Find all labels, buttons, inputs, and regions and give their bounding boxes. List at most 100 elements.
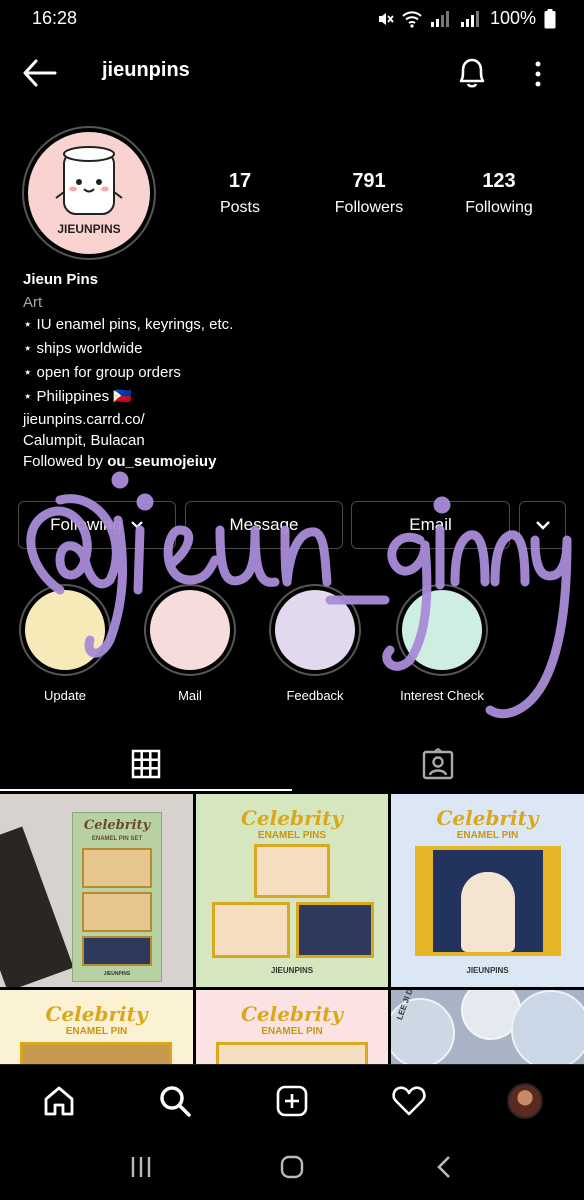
tile-title: Celebrity [83,818,151,833]
followers-label: Followers [334,199,404,216]
following-button[interactable]: Following [18,501,176,549]
tile-brand: JIEUNPINS [466,966,509,975]
tile-title: Celebrity [45,1002,148,1026]
highlight-interest-check[interactable]: Interest Check [396,584,488,703]
more-options-button[interactable] [526,58,550,90]
highlight-feedback[interactable]: Feedback [269,584,361,703]
followed-by[interactable]: Followed by ou_seumojeiuy [23,451,233,472]
followed-by-user: ou_seumojeiuy [107,453,217,470]
bio-line: ⋆ open for group orders [23,364,181,381]
signal-icon [430,10,449,27]
post-tile[interactable]: Celebrity ENAMEL PIN [0,990,193,1064]
avatar[interactable]: JIEUNPINS [28,132,150,254]
avatar-brand-text: JIEUNPINS [57,222,121,236]
profile-header: jieunpins [0,48,584,98]
posts-label: Posts [219,199,260,216]
notifications-button[interactable] [454,56,490,90]
bio-line: ⋆ ships worldwide [23,340,143,357]
website-link[interactable]: jieunpins.carrd.co/ [23,409,233,430]
following-count: 123 [482,170,516,192]
back-nav-icon[interactable] [434,1154,454,1180]
header-username: jieunpins [102,59,190,81]
nav-activity[interactable] [389,1081,429,1121]
status-icons: 100% [376,8,556,29]
profile-name: Jieun Pins [23,271,99,288]
followers-count: 791 [352,170,386,192]
active-tab-indicator [0,789,292,791]
nav-search[interactable] [155,1081,195,1121]
battery-percent: 100% [489,8,536,28]
pin-frame [212,902,290,958]
highlight-label: Mail [178,688,202,703]
highlight-cover [402,590,482,670]
tile-subtitle: ENAMEL PIN [65,1026,128,1037]
highlight-label: Interest Check [400,688,484,703]
signal-icon-2 [460,10,479,27]
bio-line: ⋆ IU enamel pins, keyrings, etc. [23,316,234,333]
post-tile[interactable]: Celebrity ENAMEL PIN SET JIEUNPINS [0,794,193,987]
status-time: 16:28 [32,8,78,28]
highlight-update[interactable]: Update [19,584,111,703]
highlight-ring [144,584,236,676]
mute-icon [378,12,394,25]
highlight-ring [269,584,361,676]
tab-posts-grid[interactable] [0,736,292,792]
battery-icon [544,8,556,28]
back-button[interactable] [22,58,58,88]
posts-stat[interactable]: 17 Posts [185,170,295,217]
highlight-ring [19,584,111,676]
recent-apps-icon[interactable] [128,1154,154,1180]
tile-title: Celebrity [241,806,343,830]
followed-by-prefix: Followed by [23,453,108,470]
highlight-cover [25,590,105,670]
suggestions-button[interactable] [519,501,566,549]
pin-frame [82,936,152,966]
email-button[interactable]: Email [351,501,510,549]
profile-category: Art [23,294,43,311]
system-navigation-bar [0,1136,584,1200]
home-circle-icon[interactable] [279,1154,305,1180]
add-icon [276,1085,308,1117]
highlight-mail[interactable]: Mail [144,584,236,703]
pin-frame [296,902,374,958]
highlight-label: Feedback [286,688,344,703]
nav-home[interactable] [39,1081,79,1121]
post-tile[interactable]: Celebrity ENAMEL PINS JIEUNPINS [196,794,388,987]
email-button-label: Email [409,515,452,534]
post-tile[interactable]: LEE JI DONG [391,990,584,1064]
nav-create[interactable] [272,1081,312,1121]
tile-brand: JIEUNPINS [103,971,131,977]
tab-tagged[interactable] [292,736,584,792]
following-button-label: Following [50,515,122,534]
message-button[interactable]: Message [185,501,343,549]
bio-line: ⋆ Philippines 🇵🇭 [23,388,132,405]
film-strip [0,826,74,987]
bottom-navigation [0,1064,584,1134]
home-icon [44,1086,74,1116]
message-button-label: Message [229,515,299,534]
pin-frame [216,1042,368,1064]
pin-frame [20,1042,172,1064]
following-stat[interactable]: 123 Following [444,170,554,217]
pin-button [511,990,584,1064]
nav-profile[interactable] [505,1081,545,1121]
post-tile[interactable]: Celebrity ENAMEL PIN JIEUNPINS [391,794,584,987]
chevron-down-icon [131,521,143,529]
search-icon [160,1086,191,1117]
pin-frame [254,844,330,898]
profile-avatar-small [507,1083,543,1119]
post-tile[interactable]: Celebrity ENAMEL PIN [196,990,388,1064]
highlight-ring [396,584,488,676]
chevron-down-icon [535,521,550,530]
pin-face [461,872,515,952]
highlight-cover [150,590,230,670]
tile-subtitle: ENAMEL PIN [261,1026,323,1037]
grid-icon [131,749,161,779]
tile-brand: JIEUNPINS [270,966,314,975]
pin-frame [82,848,152,888]
posts-count: 17 [228,170,252,192]
followers-stat[interactable]: 791 Followers [314,170,424,217]
pin-frame [82,892,152,932]
tile-subtitle: ENAMEL PINS [257,830,327,841]
profile-location: Calumpit, Bulacan [23,432,145,449]
